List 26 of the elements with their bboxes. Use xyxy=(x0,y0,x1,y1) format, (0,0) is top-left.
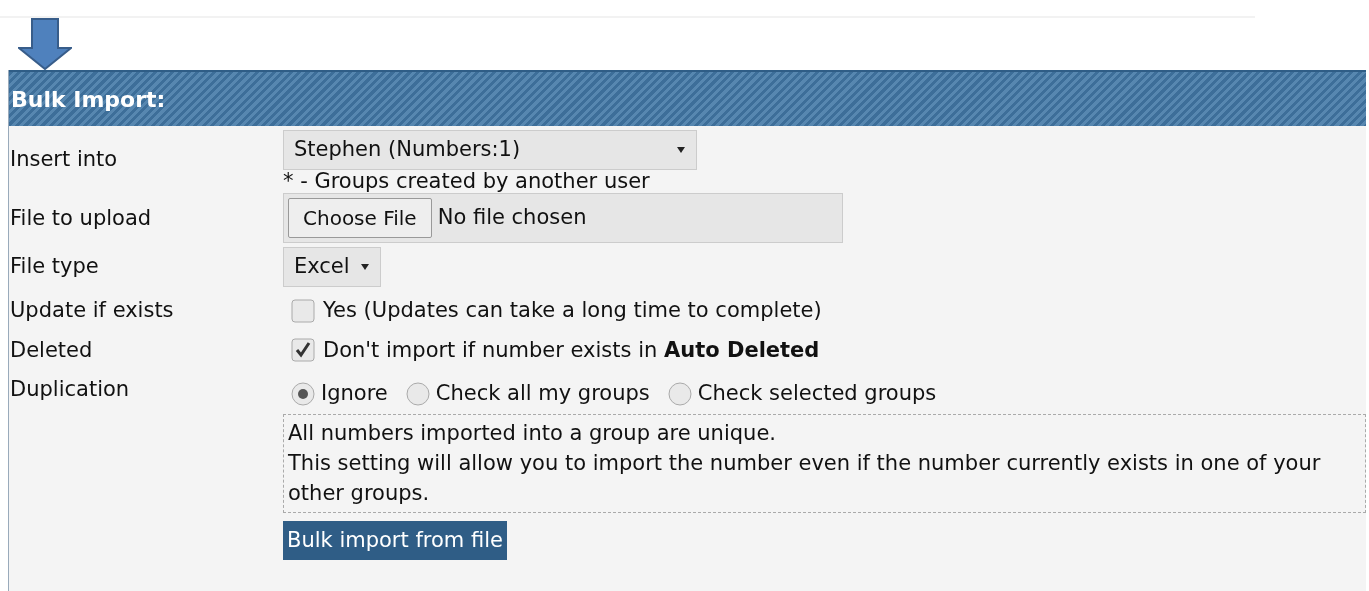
dropdown[interactable]: Excel xyxy=(283,247,381,288)
radio-label: Ignore xyxy=(321,380,388,408)
checkbox[interactable] xyxy=(291,298,315,323)
file-input[interactable]: Choose File No file chosen xyxy=(283,193,843,244)
submit-button[interactable]: Bulk import from file xyxy=(283,520,507,561)
field-label: Insert into xyxy=(9,146,119,173)
panel-title: Bulk Import: xyxy=(11,85,166,114)
field-label: Update if exists xyxy=(9,297,175,325)
radio-label: Check selected groups xyxy=(697,380,937,408)
field-label: Duplication xyxy=(9,376,131,404)
radio-button[interactable] xyxy=(667,381,692,406)
help-text: This setting will allow you to import the number even if the number currently exists in one of your other groups. xyxy=(288,450,1322,508)
checkbox[interactable] xyxy=(291,338,315,363)
note-text: * - Groups created by another user xyxy=(283,170,651,194)
field-label: File type xyxy=(9,253,100,281)
dropdown-caret-icon xyxy=(676,146,686,154)
dropdown-caret-icon xyxy=(359,263,370,272)
field-label: Deleted xyxy=(9,336,94,364)
field-label: File to upload xyxy=(9,205,153,233)
dropdown[interactable]: Stephen (Numbers:1) xyxy=(283,130,697,170)
radio-label: Check all my groups xyxy=(435,380,650,408)
help-text: All numbers imported into a group are unique. xyxy=(288,419,777,447)
radio-button[interactable] xyxy=(291,381,315,406)
checkbox-label: Yes (Updates can take a long time to complete) xyxy=(323,297,822,325)
checkbox-label: Don't import if number exists in Auto Deleted xyxy=(323,336,820,364)
radio-button[interactable] xyxy=(405,381,430,406)
